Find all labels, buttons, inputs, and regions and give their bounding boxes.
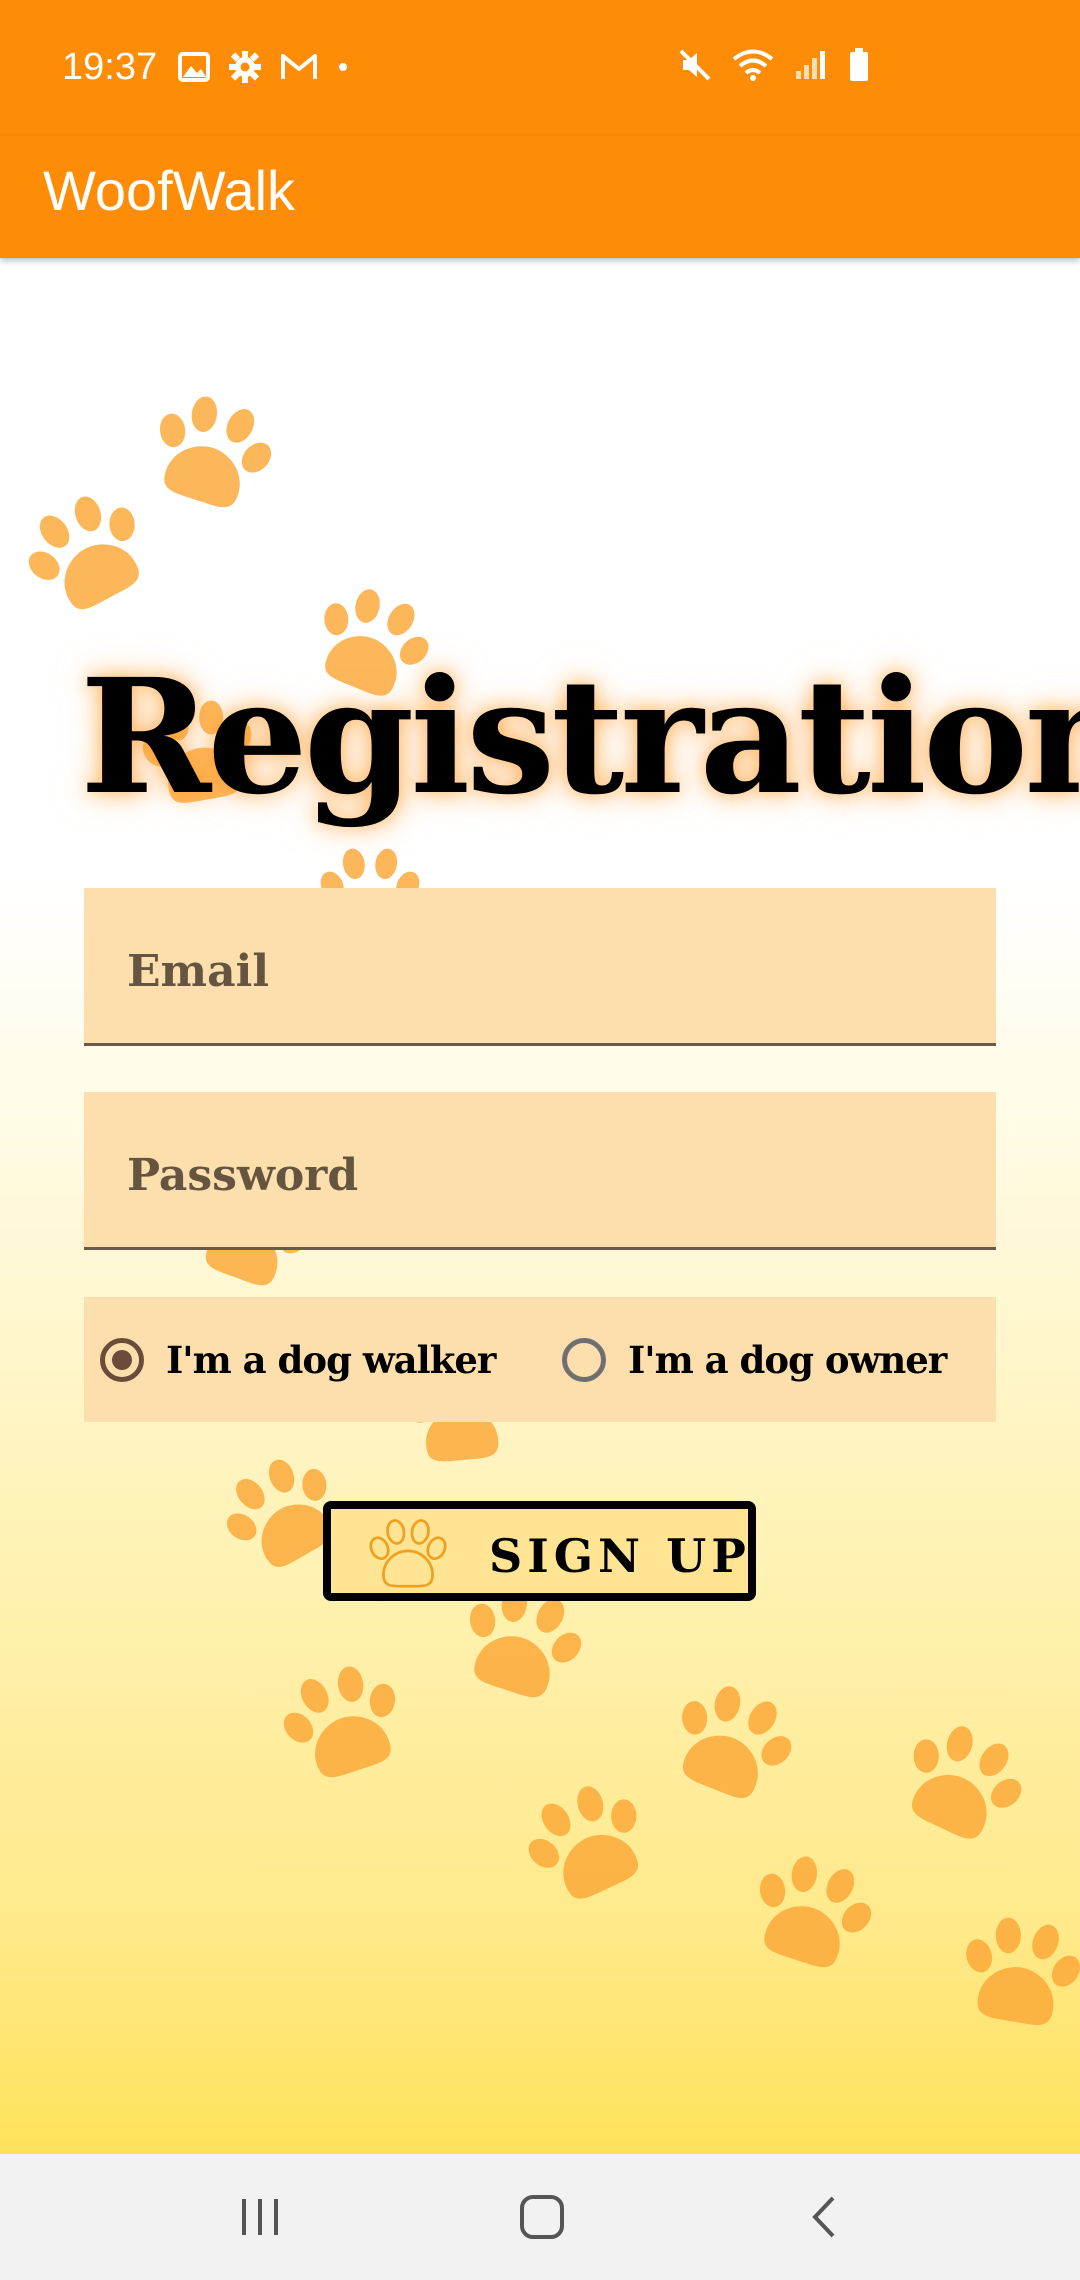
back-button[interactable] [784, 2182, 864, 2252]
registration-screen: Registration I'm a dog walker I'm a dog … [0, 258, 1080, 2154]
radio-label-dog-owner: I'm a dog owner [628, 1337, 947, 1382]
mute-icon [679, 49, 711, 81]
home-button[interactable] [502, 2182, 582, 2252]
status-bar: 19:37 [0, 0, 1080, 136]
status-time: 19:37 [62, 46, 158, 88]
paw-icon [369, 1519, 447, 1588]
role-radio-group: I'm a dog walker I'm a dog owner [84, 1297, 996, 1422]
app-bar: WoofWalk [0, 136, 1080, 258]
app-title: WoofWalk [43, 159, 296, 222]
radio-button-checked[interactable] [100, 1337, 144, 1382]
radio-dog-owner[interactable]: I'm a dog owner [562, 1297, 947, 1422]
password-input[interactable] [125, 1144, 949, 1206]
password-field[interactable] [84, 1092, 996, 1250]
radio-button-unchecked[interactable] [562, 1337, 606, 1382]
sign-up-label: SIGN UP [489, 1529, 751, 1583]
wifi-icon [732, 49, 774, 81]
navigation-bar [0, 2154, 1080, 2280]
image-icon [178, 52, 210, 82]
home-icon [520, 2195, 564, 2239]
email-input[interactable] [125, 940, 949, 1002]
dot-icon [339, 63, 347, 71]
recents-icon [242, 2199, 278, 2235]
back-icon [812, 2196, 835, 2238]
battery-icon [850, 48, 868, 81]
signal-icon [796, 51, 825, 79]
email-field[interactable] [84, 888, 996, 1046]
sign-up-button[interactable]: SIGN UP [323, 1501, 756, 1601]
gear-icon [229, 51, 261, 83]
page-title: Registration [80, 645, 1080, 830]
radio-label-dog-walker: I'm a dog walker [166, 1337, 496, 1382]
radio-dog-walker[interactable]: I'm a dog walker [100, 1297, 496, 1422]
gmail-icon [281, 54, 317, 79]
recents-button[interactable] [220, 2182, 300, 2252]
